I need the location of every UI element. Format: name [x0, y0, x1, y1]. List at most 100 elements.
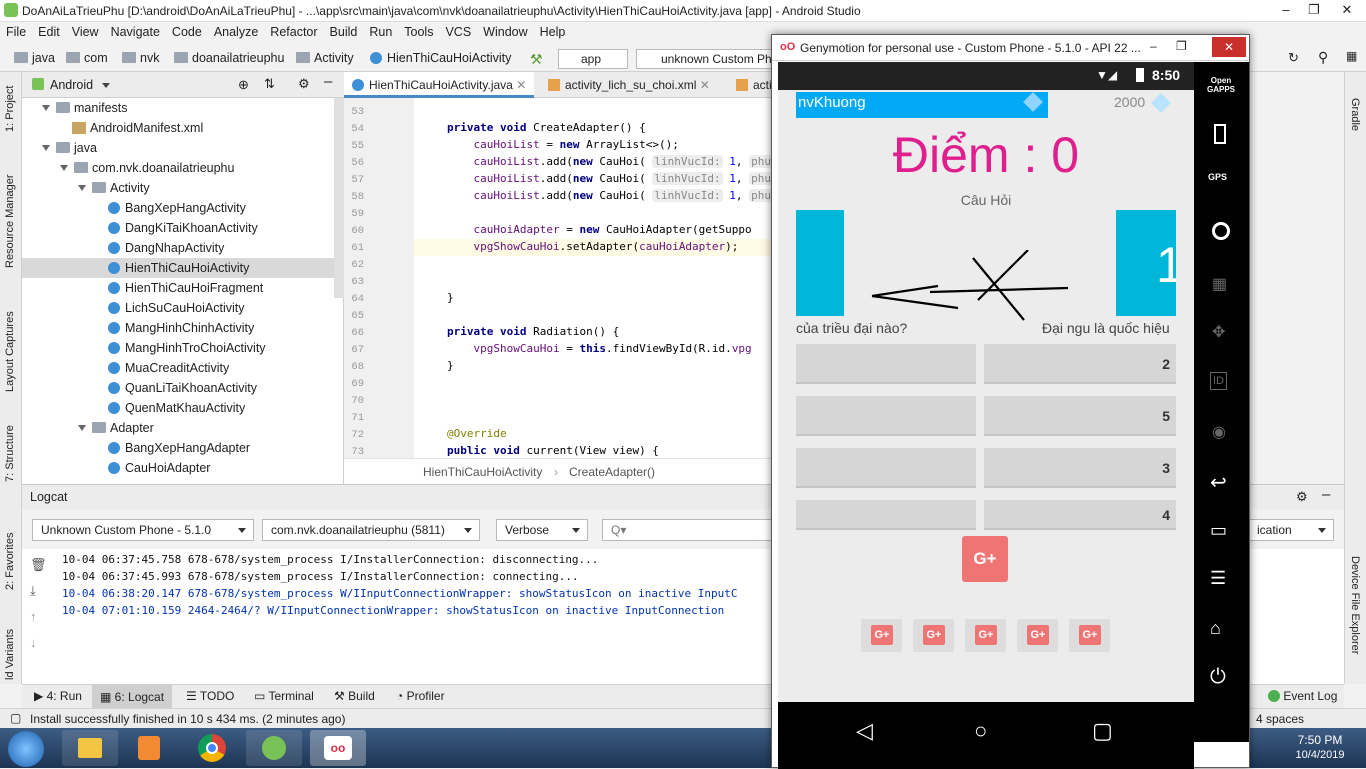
genymotion-taskbar-button[interactable]: oo [310, 730, 366, 766]
menu-edit[interactable]: Edit [32, 22, 66, 42]
filter-select[interactable]: ication [1248, 519, 1334, 541]
hide-icon[interactable]: – [324, 73, 332, 90]
device-file-explorer-tab[interactable]: Device File Explorer [1349, 556, 1361, 654]
expand-arrow-icon[interactable] [78, 185, 86, 191]
media-icon[interactable]: ◉ [1212, 422, 1226, 442]
resource-manager-tab[interactable]: Resource Manager [4, 174, 16, 268]
close-button[interactable]: ✕ [1328, 0, 1366, 20]
crumb-activity[interactable]: Activity [296, 51, 354, 65]
clock-date[interactable]: 10/4/2019 [1290, 749, 1350, 761]
tree-item[interactable]: HienThiCauHoiActivity [22, 258, 344, 278]
menu-icon[interactable]: ☰ [1210, 568, 1226, 589]
menu-help[interactable]: Help [534, 22, 572, 42]
video-icon[interactable]: ▦ [1212, 274, 1227, 294]
target-icon[interactable]: ⊕ [238, 77, 249, 93]
answer-option-c[interactable] [796, 396, 976, 436]
layout-captures-tab[interactable]: Layout Captures [4, 311, 16, 392]
android-studio-taskbar-button[interactable] [246, 730, 302, 766]
phone-screen[interactable]: ▼◢ 8:50 nvKhuong 2000 Điểm : 0 Câu Hỏi 1… [778, 62, 1194, 702]
expand-arrow-icon[interactable] [60, 165, 68, 171]
build-variants-tab[interactable]: ld Variants [4, 629, 16, 680]
menu-window[interactable]: Window [477, 22, 533, 42]
crumb-java[interactable]: java [14, 51, 55, 65]
menu-navigate[interactable]: Navigate [105, 22, 166, 42]
process-select[interactable]: com.nvk.doanailatrieuphu (5811) [262, 519, 480, 541]
tree-item[interactable]: HienThiCauHoiFragment [22, 278, 344, 298]
tab-terminal[interactable]: ▭ Terminal [254, 689, 314, 703]
answer-option-e[interactable] [796, 448, 976, 488]
hammer-icon[interactable]: ⚒ [530, 51, 543, 68]
menu-run[interactable]: Run [363, 22, 398, 42]
question-card-left[interactable] [796, 210, 844, 316]
recent-nav-icon[interactable]: ▢ [1092, 718, 1113, 744]
tree-item[interactable]: BangXepHangAdapter [22, 438, 344, 458]
up-icon[interactable]: ↑ [30, 609, 37, 624]
tree-item[interactable]: QuenMatKhauActivity [22, 398, 344, 418]
answer-option-d[interactable]: 5 [984, 396, 1176, 436]
device-select[interactable]: unknown Custom Ph [636, 49, 772, 69]
tree-item[interactable]: DangNhapActivity [22, 238, 344, 258]
start-button[interactable] [8, 731, 44, 767]
more-icon[interactable]: ▦ [1346, 49, 1357, 63]
menu-refactor[interactable]: Refactor [264, 22, 323, 42]
project-view-select[interactable]: Android [50, 78, 93, 92]
tree-item[interactable]: CauHoiAdapter [22, 458, 344, 478]
maximize-button[interactable]: ❐ [1300, 0, 1328, 20]
expand-arrow-icon[interactable] [42, 105, 50, 111]
opengapps-icon[interactable]: Open GAPPS [1200, 76, 1242, 94]
main-help-button[interactable]: G+ [962, 536, 1008, 582]
tree-item[interactable]: MangHinhChinhActivity [22, 318, 344, 338]
battery-icon[interactable] [1214, 124, 1226, 144]
run-config-select[interactable]: app [558, 49, 628, 69]
power-icon[interactable]: ⏻ [1210, 666, 1226, 689]
menu-code[interactable]: Code [166, 22, 208, 42]
log-level-select[interactable]: Verbose [496, 519, 588, 541]
tab-run[interactable]: ▶ 4: Run [34, 689, 82, 703]
help-button-3[interactable]: G+ [965, 619, 1006, 652]
tree-item[interactable]: Adapter [22, 418, 344, 438]
help-button-1[interactable]: G+ [861, 619, 902, 652]
crumb-class[interactable]: HienThiCauHoiActivity [370, 51, 511, 65]
home-icon[interactable]: ⌂ [1210, 618, 1221, 639]
hide-icon[interactable]: – [1322, 486, 1330, 503]
media-taskbar-button[interactable] [122, 730, 178, 766]
menu-file[interactable]: File [0, 22, 32, 42]
tab-todo[interactable]: ☰ TODO [186, 689, 234, 703]
home-nav-icon[interactable]: ○ [974, 718, 987, 744]
trash-icon[interactable]: 🗑 [30, 557, 47, 573]
answer-option-f[interactable]: 3 [984, 448, 1176, 488]
tree-item[interactable]: MangHinhTroChoiActivity [22, 338, 344, 358]
crumb-nvk[interactable]: nvk [122, 51, 159, 65]
expand-arrow-icon[interactable] [42, 145, 50, 151]
menu-view[interactable]: View [66, 22, 105, 42]
tree-item[interactable]: DangKiTaiKhoanActivity [22, 218, 344, 238]
tab-build[interactable]: ⚒ Build [334, 689, 375, 703]
menu-build[interactable]: Build [324, 22, 364, 42]
menu-vcs[interactable]: VCS [439, 22, 477, 42]
gear-icon[interactable]: ⚙ [298, 76, 310, 92]
tree-item[interactable]: manifests [22, 98, 344, 118]
favorites-tab[interactable]: 2: Favorites [4, 533, 16, 590]
tab-logcat[interactable]: ▦ 6: Logcat [92, 685, 173, 709]
minimize-button[interactable]: – [1272, 0, 1300, 20]
scrollbar[interactable] [334, 98, 344, 298]
answer-option-h[interactable]: 4 [984, 500, 1176, 530]
event-log-button[interactable]: Event Log [1268, 689, 1337, 703]
crumb-doanailatrieuphu[interactable]: doanailatrieuphu [174, 51, 284, 65]
tree-item[interactable]: MuaCreaditActivity [22, 358, 344, 378]
tree-item[interactable]: AndroidManifest.xml [22, 118, 344, 138]
menu-analyze[interactable]: Analyze [208, 22, 264, 42]
minimize-button[interactable]: – [1150, 39, 1157, 53]
tree-item[interactable]: Activity [22, 178, 344, 198]
answer-option-b[interactable]: 2 [984, 344, 1176, 384]
tab-activity-lich-su-choi[interactable]: activity_lich_su_choi.xml ✕ [540, 72, 718, 98]
id-icon[interactable]: ID [1210, 372, 1227, 390]
camera-icon[interactable] [1212, 222, 1230, 240]
tree-item[interactable]: java [22, 138, 344, 158]
device-select[interactable]: Unknown Custom Phone - 5.1.0 [32, 519, 254, 541]
answer-option-a[interactable] [796, 344, 976, 384]
expand-arrow-icon[interactable] [78, 425, 86, 431]
indent-setting[interactable]: 4 spaces [1256, 712, 1304, 726]
crumb-class-name[interactable]: HienThiCauHoiActivity [423, 465, 542, 479]
tab-hienthicauhoiactivity[interactable]: HienThiCauHoiActivity.java ✕ [344, 72, 535, 98]
